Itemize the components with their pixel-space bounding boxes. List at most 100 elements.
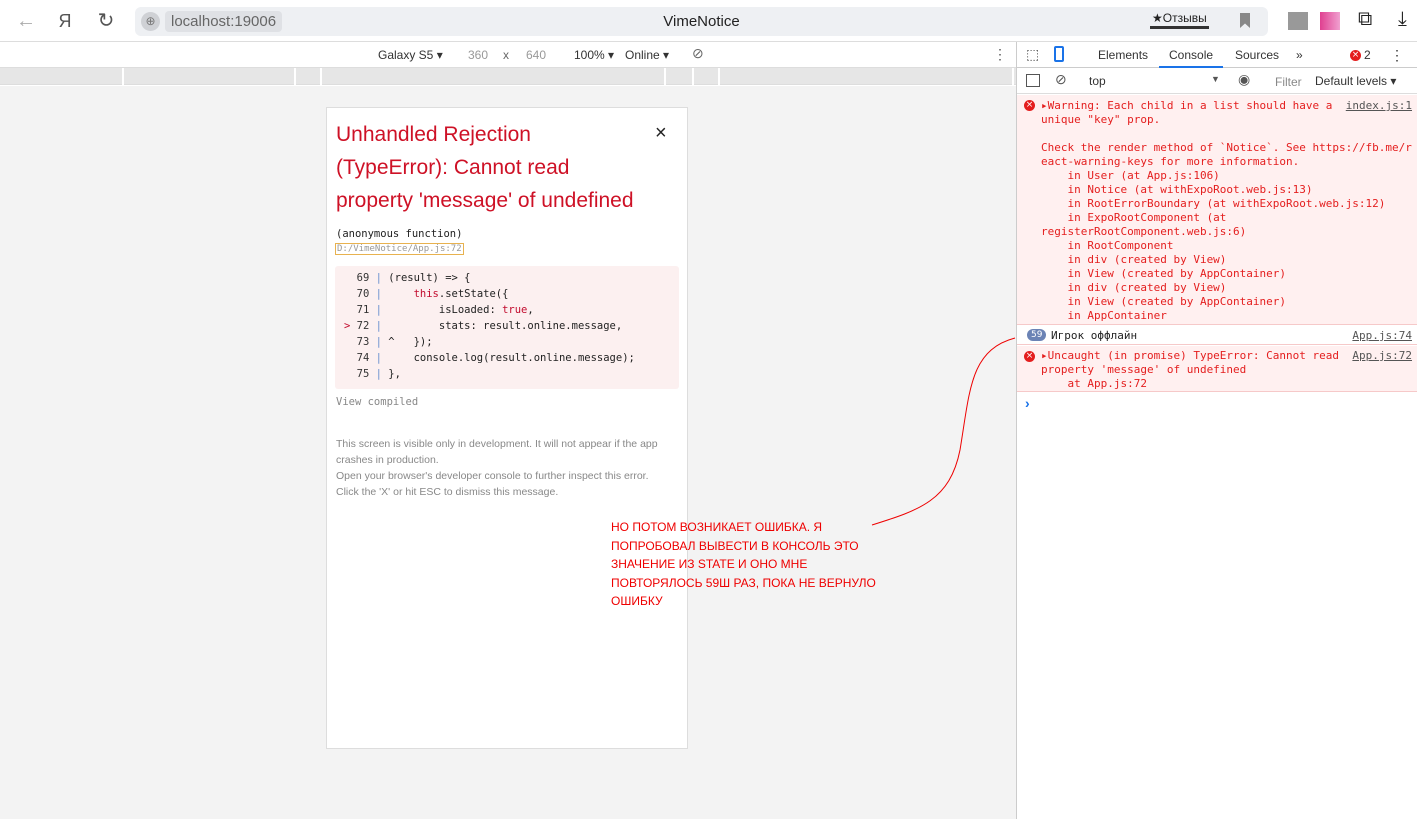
code-text: ^ }); bbox=[388, 336, 433, 348]
message-text[interactable]: ▸Warning: Each child in a list should ha… bbox=[1041, 99, 1412, 323]
message-line: ▸Uncaught (in promise) TypeError: Cannot… bbox=[1041, 349, 1340, 362]
code-line: 70 | this.setState({ bbox=[335, 286, 679, 302]
gutter: | bbox=[375, 352, 382, 364]
code-text: (result) => { bbox=[388, 272, 471, 284]
network-select[interactable]: Online ▾ bbox=[625, 48, 669, 62]
line-number: 73 bbox=[356, 336, 370, 348]
device-mode-icon[interactable] bbox=[1054, 46, 1064, 62]
view-compiled-link[interactable]: View compiled bbox=[336, 396, 418, 408]
devtools-menu-icon[interactable]: ⋮ bbox=[1390, 47, 1404, 64]
message-line: in View (created by AppContainer) bbox=[1041, 295, 1287, 308]
download-icon[interactable]: ⤓ bbox=[1398, 8, 1407, 31]
code-line: > 72 | stats: result.online.message, bbox=[335, 318, 679, 334]
message-line: eact-warning-keys for more information. bbox=[1041, 155, 1300, 168]
line-marker bbox=[344, 288, 350, 300]
close-button[interactable]: × bbox=[655, 122, 667, 145]
gutter: | bbox=[375, 304, 382, 316]
devtools-tabs: ⬚ Elements Console Sources » × 2 ⋮ bbox=[1017, 42, 1417, 68]
message-text[interactable]: ▸Uncaught (in promise) TypeError: Cannot… bbox=[1041, 349, 1339, 391]
rotate-icon[interactable]: ⊘ bbox=[692, 45, 704, 62]
context-dropdown-icon[interactable]: ▼ bbox=[1211, 74, 1220, 84]
console-error-message: × ▸Uncaught (in promise) TypeError: Cann… bbox=[1017, 346, 1417, 392]
line-marker bbox=[344, 368, 350, 380]
gutter: | bbox=[375, 288, 382, 300]
console-prompt[interactable]: › bbox=[1025, 395, 1030, 411]
inspect-icon[interactable]: ⬚ bbox=[1026, 46, 1039, 63]
line-number: 71 bbox=[356, 304, 370, 316]
reload-button[interactable]: ↻ bbox=[93, 8, 119, 34]
height-input[interactable]: 640 bbox=[526, 48, 546, 62]
source-link[interactable]: App.js:72 bbox=[1352, 349, 1412, 363]
extension-icon[interactable] bbox=[1288, 12, 1308, 30]
code-text: stats: result.online.message, bbox=[388, 320, 623, 332]
code-text: .setState({ bbox=[438, 288, 509, 300]
more-tabs[interactable]: » bbox=[1296, 42, 1303, 68]
zoom-select[interactable]: 100% ▾ bbox=[574, 48, 614, 62]
code-line: 74 | console.log(result.online.message); bbox=[335, 350, 679, 366]
browser-toolbar: ← Я ↻ ⊕ localhost:19006 VimeNotice ★Отзы… bbox=[0, 0, 1417, 42]
code-text: console.log(result.online.message); bbox=[388, 352, 635, 364]
message-line: in div (created by View) bbox=[1041, 281, 1227, 294]
device-select[interactable]: Galaxy S5 ▾ bbox=[378, 48, 443, 62]
more-options-icon[interactable]: ⋮ bbox=[993, 46, 1007, 63]
gutter: | bbox=[375, 272, 382, 284]
back-button[interactable]: ← bbox=[13, 8, 39, 34]
line-number: 72 bbox=[356, 320, 370, 332]
media-query-bar[interactable] bbox=[0, 68, 1016, 85]
code-keyword: true bbox=[502, 304, 528, 316]
message-line: in Notice (at withExpoRoot.web.js:13) bbox=[1041, 183, 1313, 196]
code-text: isLoaded: bbox=[388, 304, 503, 316]
code-line: 71 | isLoaded: true, bbox=[335, 302, 679, 318]
context-select[interactable]: top bbox=[1089, 74, 1106, 88]
message-line: in RootComponent bbox=[1041, 239, 1174, 252]
error-icon: × bbox=[1024, 100, 1035, 111]
console-log-message: 59 Игрок оффлайн App.js:74 bbox=[1017, 326, 1417, 345]
message-line: in AppContainer bbox=[1041, 309, 1167, 322]
message-line bbox=[1041, 127, 1412, 141]
yandex-logo[interactable]: Я bbox=[52, 8, 78, 34]
code-keyword: this bbox=[413, 288, 439, 300]
line-number: 74 bbox=[356, 352, 370, 364]
line-marker bbox=[344, 304, 350, 316]
console-error-message: × ▸Warning: Each child in a list should … bbox=[1017, 95, 1417, 325]
width-input[interactable]: 360 bbox=[468, 48, 488, 62]
sidebar-toggle-icon[interactable] bbox=[1026, 74, 1040, 87]
filter-input[interactable]: Filter bbox=[1275, 75, 1302, 89]
message-line: at App.js:72 bbox=[1041, 377, 1147, 390]
device-toolbar: Galaxy S5 ▾ 360 x 640 100% ▾ Online ▾ ⊘ … bbox=[0, 42, 1016, 68]
page-title: VimeNotice bbox=[663, 13, 740, 30]
address-bar[interactable]: ⊕ localhost:19006 VimeNotice ★Отзывы bbox=[135, 7, 1268, 36]
message-line: property 'message' of undefined bbox=[1041, 363, 1247, 376]
translate-icon[interactable]: ⧉ bbox=[1358, 8, 1372, 31]
code-line: 75 | }, bbox=[335, 366, 679, 382]
clear-console-icon[interactable]: ⊘ bbox=[1055, 71, 1067, 88]
tab-elements[interactable]: Elements bbox=[1098, 42, 1148, 68]
extension-icon[interactable] bbox=[1320, 12, 1340, 30]
message-line: Check the render method of `Notice`. See… bbox=[1041, 141, 1412, 154]
reviews-button[interactable]: ★Отзывы bbox=[1150, 11, 1209, 29]
message-line: in ExpoRootComponent (at bbox=[1041, 211, 1227, 224]
tab-sources[interactable]: Sources bbox=[1235, 42, 1279, 68]
line-marker bbox=[344, 272, 350, 284]
stack-function: (anonymous function) bbox=[336, 228, 463, 240]
message-line: in User (at App.js:106) bbox=[1041, 169, 1220, 182]
error-count[interactable]: 2 bbox=[1364, 42, 1371, 68]
devtools-panel: ⬚ Elements Console Sources » × 2 ⋮ ⊘ top… bbox=[1016, 42, 1417, 819]
code-text: }, bbox=[388, 368, 401, 380]
line-number: 69 bbox=[356, 272, 370, 284]
code-text: , bbox=[527, 304, 534, 316]
error-title: Unhandled Rejection (TypeError): Cannot … bbox=[336, 123, 634, 212]
stack-location-link[interactable]: D:/VimeNotice/App.js:72 bbox=[335, 243, 464, 255]
console-toolbar: ⊘ top ▼ ◉ Filter Default levels ▾ bbox=[1017, 68, 1417, 94]
source-link[interactable]: index.js:1 bbox=[1346, 99, 1412, 113]
error-icon: × bbox=[1350, 50, 1361, 61]
levels-select[interactable]: Default levels ▾ bbox=[1315, 74, 1396, 88]
code-line: 69 | (result) => { bbox=[335, 270, 679, 286]
source-link[interactable]: App.js:74 bbox=[1352, 329, 1412, 343]
eye-icon[interactable]: ◉ bbox=[1238, 71, 1250, 88]
line-number: 75 bbox=[356, 368, 370, 380]
annotation-arrow bbox=[871, 337, 1016, 526]
gutter: | bbox=[375, 368, 382, 380]
tab-console[interactable]: Console bbox=[1159, 42, 1224, 68]
